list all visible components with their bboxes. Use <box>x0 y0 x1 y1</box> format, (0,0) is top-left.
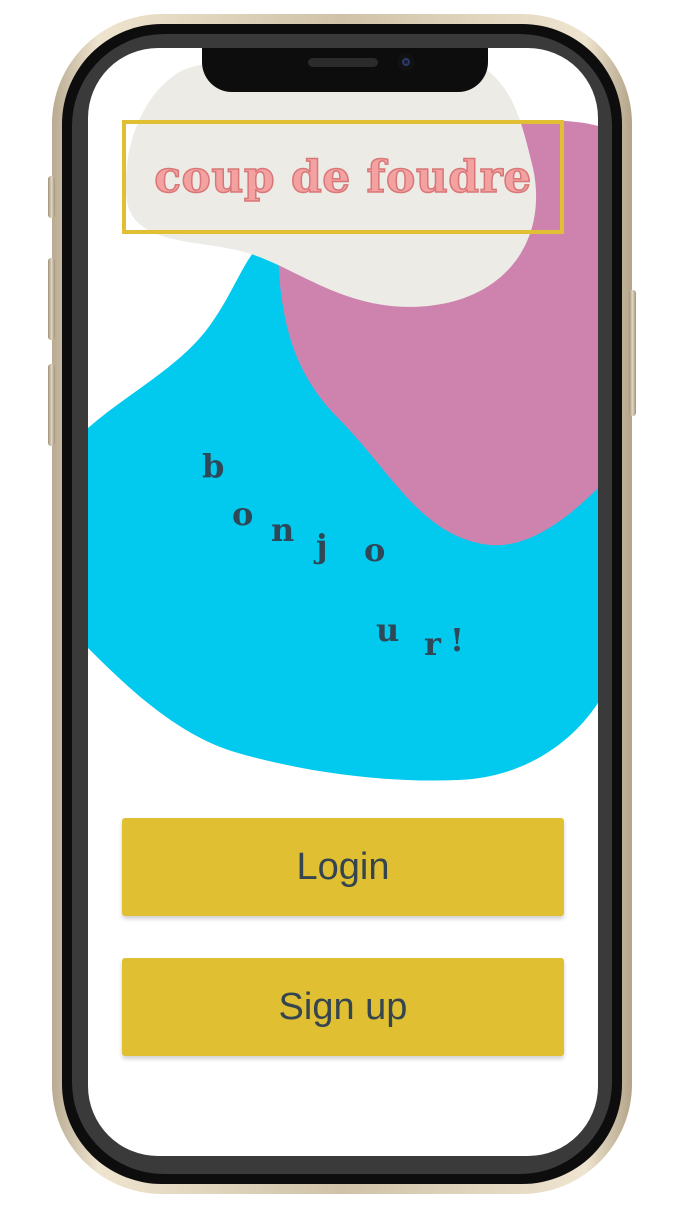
mockup-stage: coup de foudre b o n j o u r ! Login Sig… <box>0 0 680 1208</box>
camera-icon <box>398 54 414 70</box>
power-button <box>629 290 636 416</box>
greeting-letter: n <box>271 511 295 549</box>
mute-switch <box>48 176 55 218</box>
greeting-letter: r <box>424 625 441 663</box>
greeting-letter: ! <box>450 621 465 659</box>
greeting-letter: j <box>316 527 328 565</box>
speaker-grille <box>308 58 378 67</box>
greeting-letter: u <box>376 611 400 649</box>
volume-up-button <box>48 258 55 340</box>
phone-screen: coup de foudre b o n j o u r ! Login Sig… <box>88 48 598 1156</box>
app-title-box: coup de foudre <box>122 120 564 234</box>
app-title: coup de foudre <box>154 151 532 204</box>
greeting-letter: o <box>364 531 386 569</box>
signup-button[interactable]: Sign up <box>122 958 564 1056</box>
notch <box>202 48 488 92</box>
volume-down-button <box>48 364 55 446</box>
greeting-letter: o <box>232 495 254 533</box>
login-button[interactable]: Login <box>122 818 564 916</box>
greeting-letter: b <box>202 447 225 485</box>
